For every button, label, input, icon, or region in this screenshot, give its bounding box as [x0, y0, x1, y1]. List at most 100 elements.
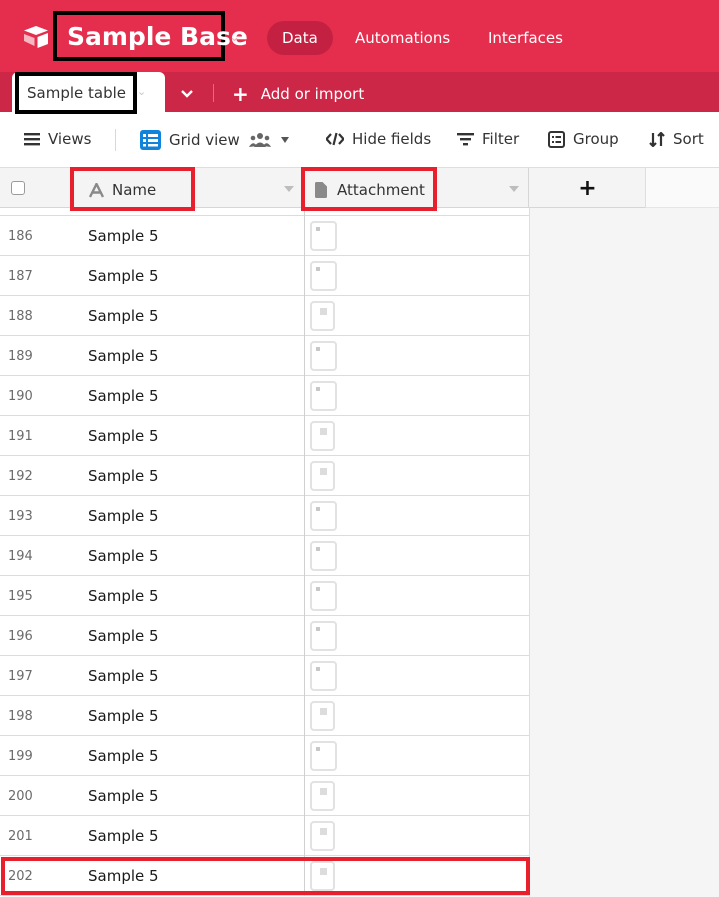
attachment-cell[interactable] — [304, 256, 529, 296]
file-preview-icon — [316, 267, 320, 271]
name-cell[interactable]: Sample 5 — [88, 267, 159, 285]
column-header-attachment-label[interactable]: Attachment — [315, 181, 425, 199]
chevron-down-icon[interactable] — [177, 83, 197, 103]
hide-fields-label: Hide fields — [352, 130, 432, 148]
table-row[interactable]: 189 Sample 5 — [0, 336, 529, 376]
name-cell[interactable]: Sample 5 — [88, 667, 159, 685]
hide-fields-button[interactable]: Hide fields — [326, 130, 431, 148]
table-row[interactable]: 187 Sample 5 — [0, 256, 529, 296]
sort-label: Sort — [673, 130, 704, 148]
row-number: 192 — [8, 469, 33, 484]
sort-button[interactable]: Sort — [649, 130, 704, 148]
name-cell[interactable]: Sample 5 — [88, 627, 159, 645]
attachment-thumbnail[interactable] — [310, 341, 337, 371]
name-cell[interactable]: Sample 5 — [88, 427, 159, 445]
attachment-cell[interactable] — [304, 496, 529, 536]
chevron-down-icon[interactable]: ⌄ — [229, 30, 243, 45]
table-tab-label[interactable]: Sample table — [27, 84, 126, 102]
attachment-label: Attachment — [337, 181, 425, 199]
attachment-thumbnail[interactable] — [310, 541, 337, 571]
attachment-thumbnail[interactable] — [310, 261, 337, 291]
attachment-cell[interactable] — [304, 696, 529, 736]
attachment-cell[interactable] — [304, 336, 529, 376]
table-row[interactable]: 195 Sample 5 — [0, 576, 529, 616]
name-cell[interactable]: Sample 5 — [88, 307, 159, 325]
grid-view-icon — [140, 130, 161, 150]
table-row[interactable]: 188 Sample 5 — [0, 296, 529, 336]
add-or-import-button[interactable]: + Add or import — [232, 82, 364, 106]
views-label: Views — [48, 130, 92, 148]
group-button[interactable]: Group — [548, 130, 619, 148]
file-preview-icon — [316, 747, 320, 751]
table-row[interactable]: 190 Sample 5 — [0, 376, 529, 416]
table-row[interactable]: 201 Sample 5 — [0, 816, 529, 856]
name-cell[interactable]: Sample 5 — [88, 467, 159, 485]
attachment-cell[interactable] — [304, 656, 529, 696]
nav-tab-data[interactable]: Data — [267, 21, 333, 55]
column-menu-caret-icon[interactable] — [509, 186, 519, 192]
attachment-thumbnail[interactable] — [310, 781, 335, 811]
attachment-thumbnail[interactable] — [310, 701, 335, 731]
name-cell[interactable]: Sample 5 — [88, 227, 159, 245]
attachment-cell[interactable] — [304, 776, 529, 816]
file-preview-icon — [316, 547, 320, 551]
attachment-thumbnail[interactable] — [310, 501, 337, 531]
attachment-thumbnail[interactable] — [310, 301, 335, 331]
name-cell[interactable]: Sample 5 — [88, 387, 159, 405]
table-row[interactable]: 194 Sample 5 — [0, 536, 529, 576]
table-row[interactable]: 193 Sample 5 — [0, 496, 529, 536]
name-cell[interactable]: Sample 5 — [88, 747, 159, 765]
table-row[interactable]: 196 Sample 5 — [0, 616, 529, 656]
attachment-thumbnail[interactable] — [310, 821, 335, 851]
table-row[interactable]: 186 Sample 5 — [0, 216, 529, 256]
file-preview-icon — [316, 627, 320, 631]
table-row[interactable]: 197 Sample 5 — [0, 656, 529, 696]
column-header-name-label[interactable]: Name — [89, 181, 156, 199]
attachment-cell[interactable] — [304, 296, 529, 336]
grid-view-button[interactable]: Grid view — [140, 130, 289, 150]
attachment-thumbnail[interactable] — [310, 741, 337, 771]
attachment-thumbnail[interactable] — [310, 381, 337, 411]
table-row[interactable]: 198 Sample 5 — [0, 696, 529, 736]
views-button[interactable]: Views — [24, 130, 91, 148]
name-cell[interactable]: Sample 5 — [88, 827, 159, 845]
collaborators-icon — [248, 132, 271, 148]
caret-down-icon[interactable] — [280, 137, 289, 143]
table-row[interactable]: 191 Sample 5 — [0, 416, 529, 456]
attachment-thumbnail[interactable] — [310, 661, 337, 691]
name-cell[interactable]: Sample 5 — [88, 347, 159, 365]
table-row[interactable]: 200 Sample 5 — [0, 776, 529, 816]
attachment-cell[interactable] — [304, 216, 529, 256]
attachment-cell[interactable] — [304, 416, 529, 456]
attachment-thumbnail[interactable] — [310, 581, 337, 611]
name-cell[interactable]: Sample 5 — [88, 787, 159, 805]
nav-tab-interfaces[interactable]: Interfaces — [473, 21, 578, 55]
attachment-thumbnail[interactable] — [310, 461, 335, 491]
name-cell[interactable]: Sample 5 — [88, 507, 159, 525]
attachment-cell[interactable] — [304, 576, 529, 616]
attachment-cell[interactable] — [304, 536, 529, 576]
name-cell[interactable]: Sample 5 — [88, 707, 159, 725]
attachment-thumbnail[interactable] — [310, 421, 335, 451]
attachment-cell[interactable] — [304, 616, 529, 656]
attachment-cell[interactable] — [304, 736, 529, 776]
filter-button[interactable]: Filter — [457, 130, 519, 148]
file-preview-icon — [320, 428, 327, 435]
table-row[interactable]: 192 Sample 5 — [0, 456, 529, 496]
attachment-cell[interactable] — [304, 816, 529, 856]
nav-tab-automations[interactable]: Automations — [340, 21, 465, 55]
chevron-down-icon[interactable]: ⌄ — [137, 85, 146, 98]
add-field-button[interactable]: + — [530, 168, 646, 208]
row-number: 186 — [8, 229, 33, 244]
plus-icon: + — [232, 82, 249, 106]
attachment-thumbnail[interactable] — [310, 621, 337, 651]
airtable-logo-icon[interactable] — [22, 25, 50, 49]
name-cell[interactable]: Sample 5 — [88, 547, 159, 565]
table-row[interactable]: 199 Sample 5 — [0, 736, 529, 776]
name-cell[interactable]: Sample 5 — [88, 587, 159, 605]
attachment-cell[interactable] — [304, 376, 529, 416]
column-menu-caret-icon[interactable] — [284, 186, 294, 192]
attachment-cell[interactable] — [304, 456, 529, 496]
attachment-thumbnail[interactable] — [310, 221, 337, 251]
base-title-button[interactable]: Sample Base — [53, 11, 248, 61]
